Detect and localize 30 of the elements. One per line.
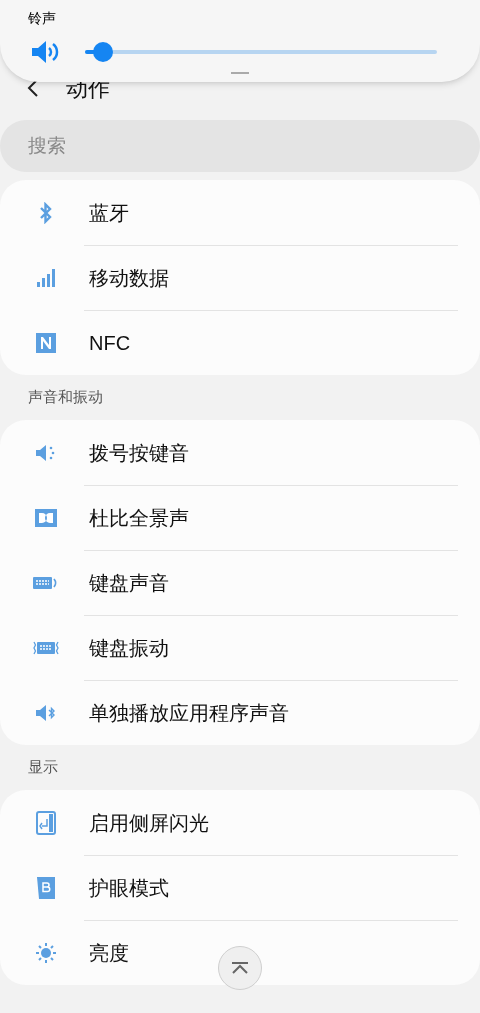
- settings-item[interactable]: 蓝牙: [89, 197, 129, 228]
- dolby-icon: [35, 508, 57, 527]
- speaker-icon: [35, 443, 57, 462]
- nfc-icon: [36, 332, 56, 353]
- settings-item[interactable]: 键盘振动: [89, 632, 169, 663]
- search-field[interactable]: 搜索: [0, 120, 480, 172]
- settings-item[interactable]: 单独播放应用程序声音: [89, 697, 289, 728]
- settings-item[interactable]: 移动数据: [89, 262, 169, 293]
- settings-item[interactable]: 亮度: [89, 937, 129, 968]
- settings-item[interactable]: 杜比全景声: [89, 502, 189, 533]
- volume-icon: [31, 40, 61, 64]
- bluetooth-icon: [39, 201, 53, 224]
- keyboard-vibration-icon: [32, 639, 60, 656]
- b-square-icon: [37, 876, 55, 899]
- settings-item[interactable]: 护眼模式: [89, 872, 169, 903]
- drag-handle[interactable]: [231, 72, 249, 74]
- speaker-bluetooth-icon: [35, 703, 57, 722]
- chevron-up-icon: [231, 962, 249, 974]
- settings-item[interactable]: 启用侧屏闪光: [89, 807, 209, 838]
- slider-thumb[interactable]: [92, 42, 113, 62]
- edge-screen-icon: [36, 810, 56, 835]
- keyboard-sound-icon: [33, 574, 59, 591]
- settings-item[interactable]: 拨号按键音: [89, 437, 189, 468]
- section-header: 声音和振动: [27, 387, 104, 408]
- sun-icon: [35, 941, 57, 964]
- settings-item[interactable]: 键盘声音: [89, 567, 169, 598]
- settings-item[interactable]: NFC: [89, 327, 131, 358]
- signal-bars-icon: [36, 267, 56, 288]
- section-header: 显示: [27, 757, 59, 778]
- volume-label: 铃声: [28, 9, 56, 27]
